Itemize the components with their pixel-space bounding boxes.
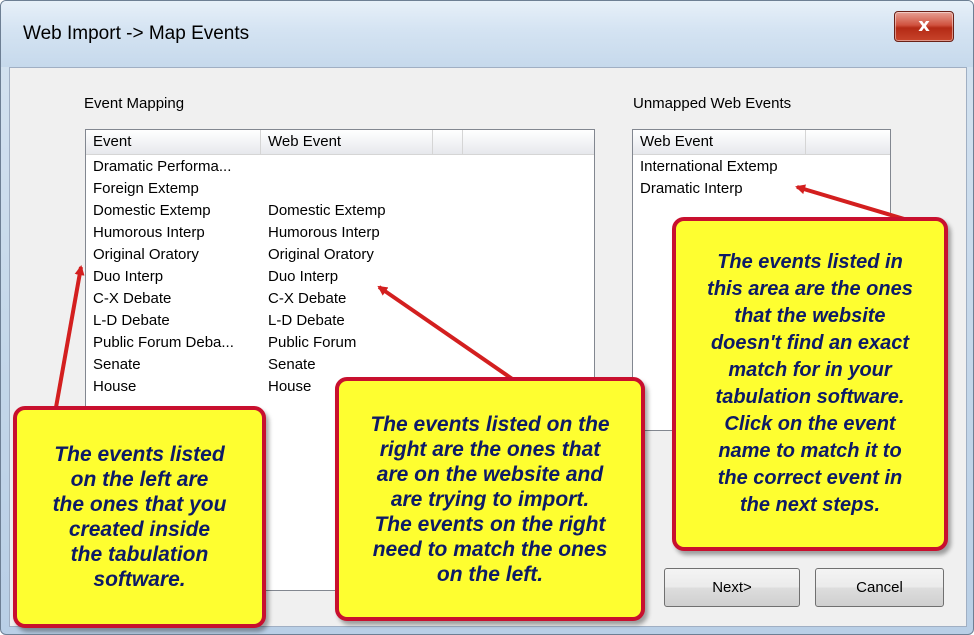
callout-right-text: The events listed in this area are the o… [707, 251, 913, 516]
callout-web-events: The events listed on the right are the o… [335, 377, 645, 621]
arrow-to-web-event-column [377, 285, 523, 387]
arrow-to-unmapped-list [795, 184, 912, 223]
callout-unmapped-events: The events listed in this area are the o… [672, 217, 948, 551]
callout-left-events: The events listed on the left are the on… [13, 406, 266, 628]
map-events-dialog: Web Import -> Map Events x Event Mapping… [0, 0, 974, 635]
callout-left-text: The events listed on the left are the on… [52, 443, 227, 591]
callout-middle-text: The events listed on the right are the o… [370, 412, 610, 586]
arrow-to-event-column [53, 265, 85, 414]
